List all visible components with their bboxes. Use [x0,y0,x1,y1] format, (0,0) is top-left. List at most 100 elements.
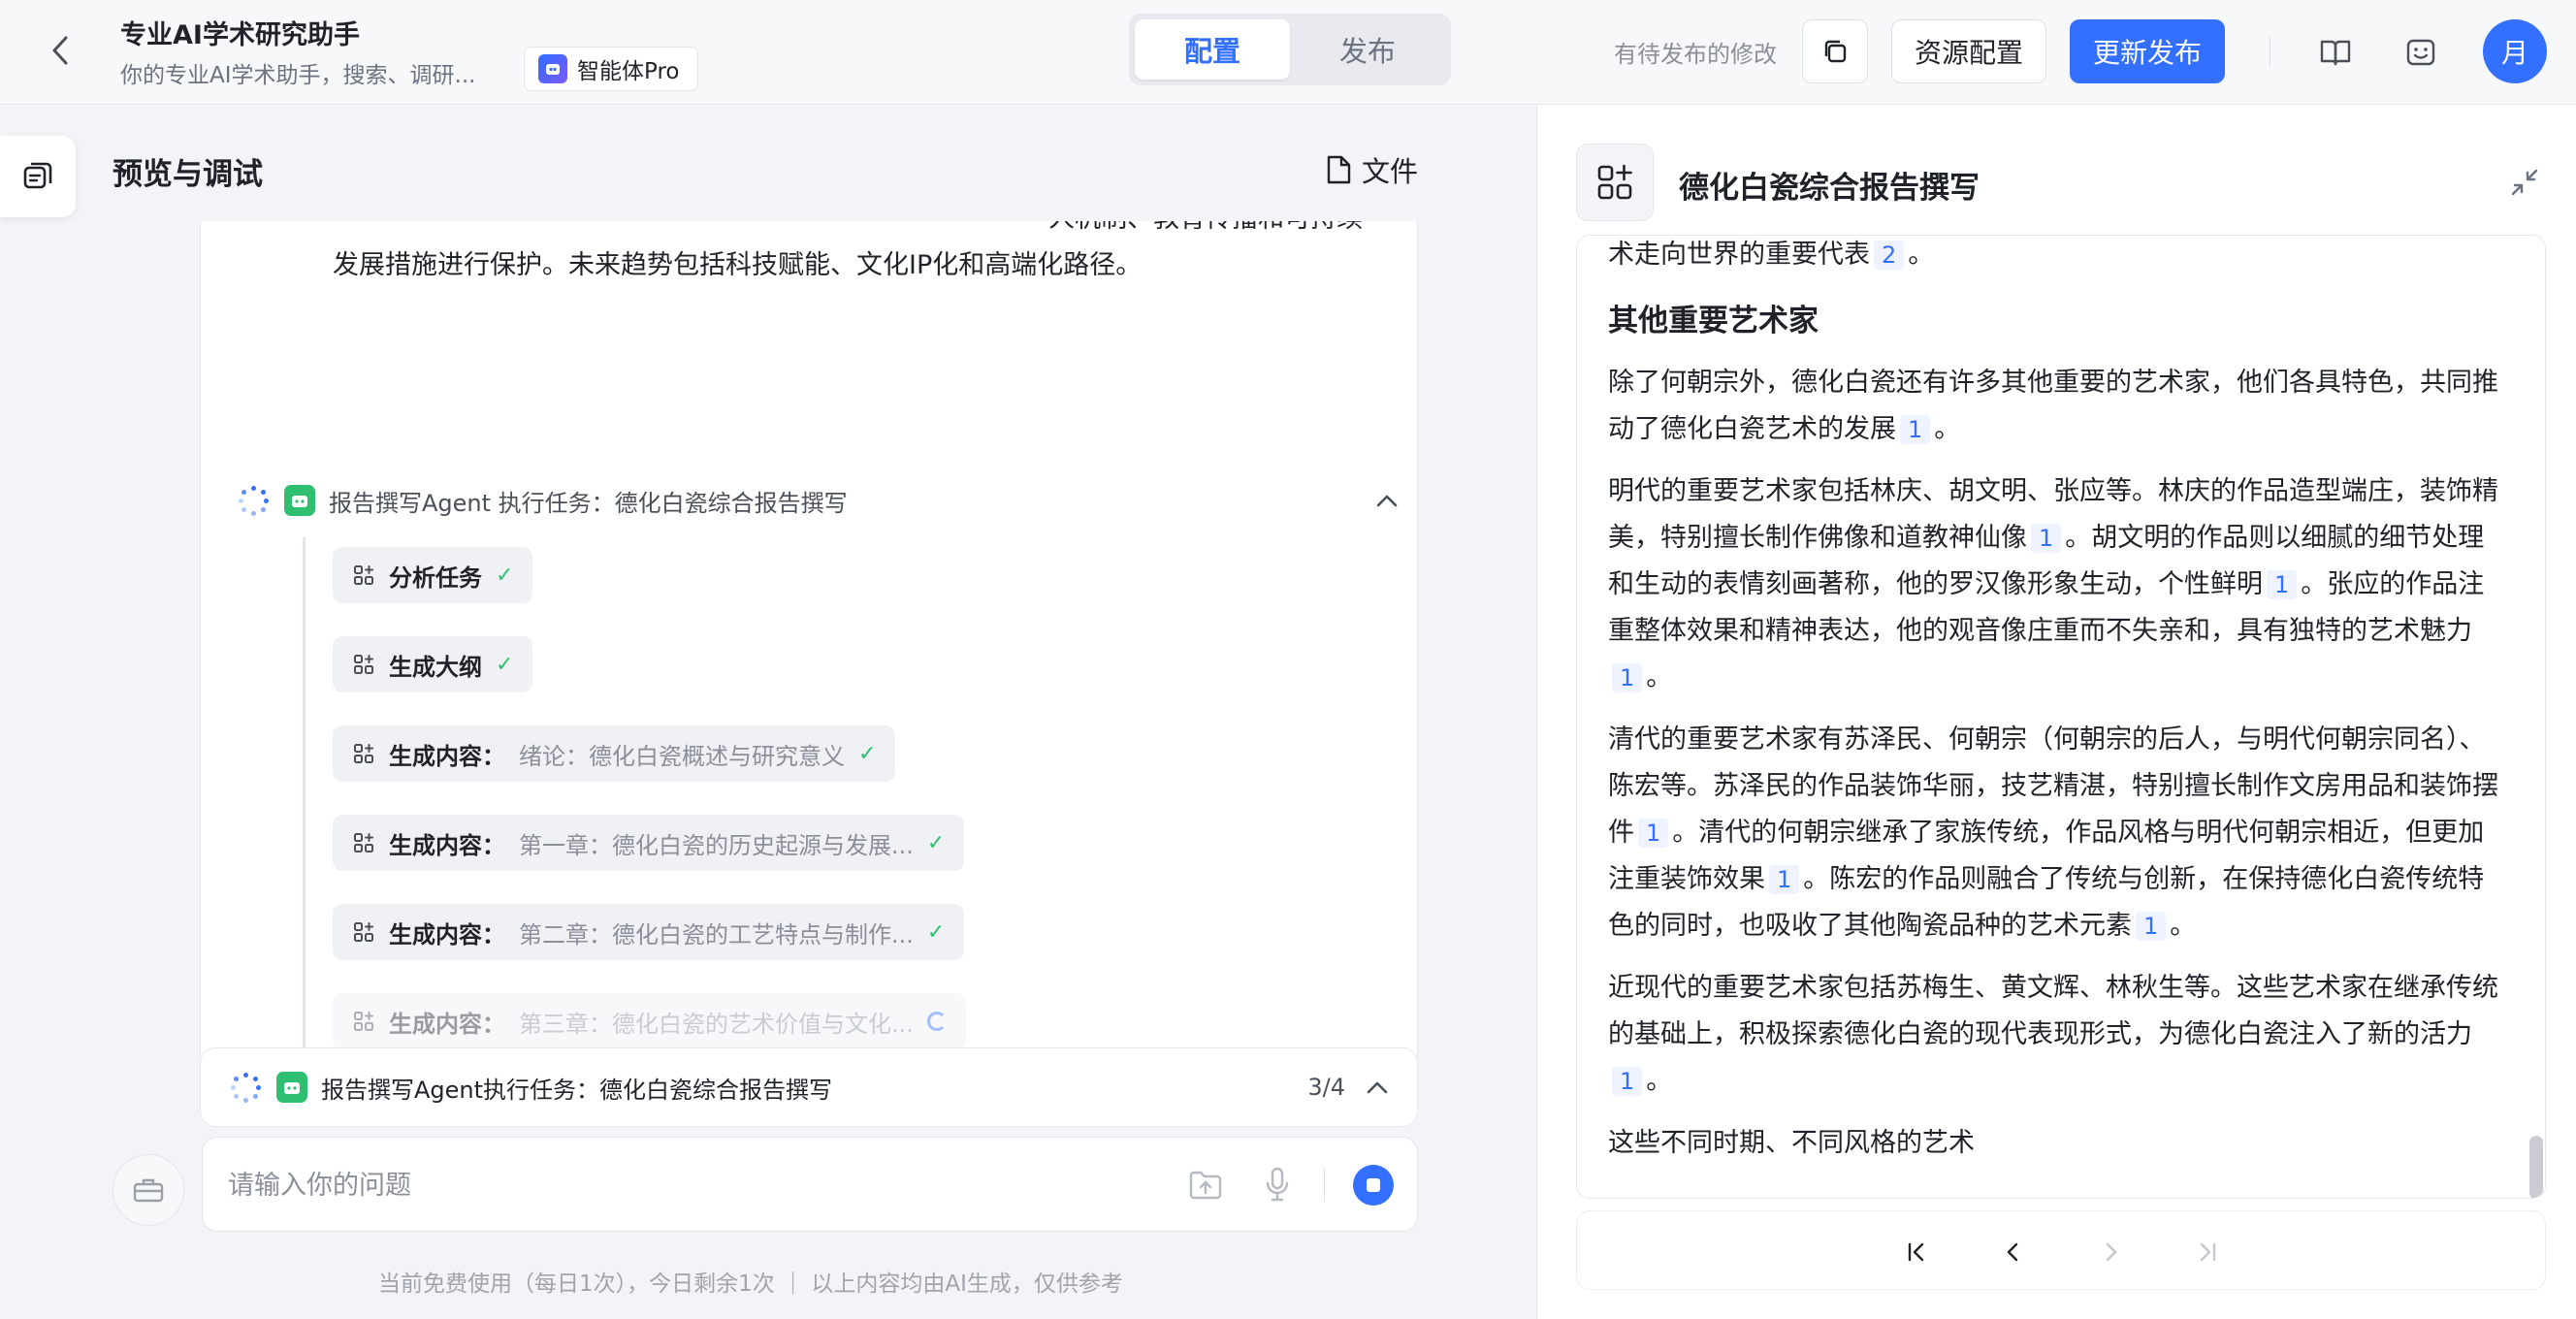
stop-generation-button[interactable] [1353,1165,1394,1206]
toolbox-icon [133,1178,164,1203]
back-arrow-icon[interactable] [43,33,78,68]
step-item: 生成内容： 第三章：德化白瓷的艺术价值与文化... [333,993,966,1049]
next-page-icon[interactable] [2091,1233,2130,1271]
top-bar: 专业AI学术研究助手 你的专业AI学术助手，搜索、调研... 智能体Pro 配置… [0,0,2576,105]
microphone-icon[interactable] [1260,1165,1295,1206]
update-publish-button[interactable]: 更新发布 [2070,19,2225,83]
collapse-icon[interactable] [2507,165,2542,200]
step-subtitle: 第二章：德化白瓷的工艺特点与制作... [519,920,914,949]
toolbox-button[interactable] [113,1154,184,1226]
file-button-label: 文件 [1362,155,1419,188]
lead-text: 术走向世界的重要代表 [1608,240,1870,270]
agent-task-title: 报告撰写Agent执行任务：德化白瓷综合报告撰写 [321,1076,833,1104]
chevron-up-icon[interactable] [1363,1073,1392,1102]
book-icon[interactable] [2314,31,2357,74]
document-content[interactable]: 术走向世界的重要代表 2。 其他重要艺术家 除了何朝宗外，德化白瓷还有许多其他重要… [1576,235,2546,1199]
upload-folder-icon[interactable] [1186,1167,1225,1204]
agent-pro-icon [538,54,567,83]
document-paragraph: 近现代的重要艺术家包括苏梅生、黄文辉、林秋生等。这些艺术家在继承传统的基础上，积… [1608,965,2510,1105]
step-label: 分析任务 [389,563,482,592]
file-icon [1327,155,1351,184]
task-title: 报告撰写Agent 执行任务：德化白瓷综合报告撰写 [329,489,848,517]
page-navigation [1576,1210,2546,1290]
citation-ref[interactable]: 1 [1900,415,1931,444]
tab-publish[interactable]: 发布 [1290,19,1445,80]
check-icon: ✓ [926,830,946,855]
task-progress: 3/4 [1307,1074,1345,1101]
agent-task-bar[interactable]: 报告撰写Agent执行任务：德化白瓷综合报告撰写 3/4 [200,1047,1418,1127]
citation-ref[interactable]: 1 [2267,570,2298,599]
agent-pro-badge[interactable]: 智能体Pro [524,47,698,91]
paragraph-text: 。 [2170,911,2197,941]
citation-ref[interactable]: 1 [1612,1067,1643,1096]
step-icon [354,1012,373,1031]
scrollbar-thumb[interactable] [2529,1136,2543,1198]
step-label: 生成大纲 [389,653,482,681]
resource-config-button[interactable]: 资源配置 [1891,19,2046,83]
step-icon [354,655,373,674]
step-subtitle: 第三章：德化白瓷的艺术价值与文化... [519,1010,914,1038]
usage-footer-note: 当前免费使用（每日1次），今日剩余1次 ｜ 以上内容均由AI生成，仅供参考 [378,1271,1123,1297]
file-button[interactable]: 文件 [1325,149,1418,190]
document-pane: 德化白瓷综合报告撰写 术走向世界的重要代表 2。 其他重要艺术家 除了何朝宗外，德… [1536,105,2576,1319]
step-label: 生成内容： [389,831,505,859]
step-icon [354,833,373,853]
check-icon: ✓ [496,652,514,677]
tab-config[interactable]: 配置 [1135,19,1290,80]
document-paragraph: 清代的重要艺术家有苏泽民、何朝宗（何朝宗的后人，与明代何朝宗同名）、陈宏等。苏泽… [1608,717,2510,949]
last-page-icon[interactable] [2188,1233,2227,1271]
timeline-line [303,537,306,1085]
app-title: 专业AI学术研究助手 [120,20,360,50]
check-icon: ✓ [496,563,514,588]
mode-switch: 配置 发布 [1129,14,1451,85]
chevron-up-icon[interactable] [1372,486,1401,515]
feedback-face-icon[interactable] [2399,31,2442,74]
paragraph-text: 除了何朝宗外，德化白瓷还有许多其他重要的艺术家，他们各具特色，共同推动了德化白瓷… [1608,368,2498,444]
side-panel-toggle[interactable] [0,136,76,217]
pending-changes-text: 有待发布的修改 [1614,41,1777,68]
copy-icon [1824,40,1847,63]
copy-button[interactable] [1802,19,1868,83]
citation-ref[interactable]: 1 [1769,865,1800,894]
document-paragraph: 除了何朝宗外，德化白瓷还有许多其他重要的艺术家，他们各具特色，共同推动了德化白瓷… [1608,360,2510,453]
check-icon: ✓ [858,741,877,766]
step-item: 生成大纲 ✓ [333,636,533,692]
document-text: 术走向世界的重要代表 2。 其他重要艺术家 除了何朝宗外，德化白瓷还有许多其他重要… [1608,236,2510,1182]
step-icon [354,565,373,585]
step-item: 生成内容： 绪论：德化白瓷概述与研究意义 ✓ [333,725,896,782]
citation-ref[interactable]: 1 [2031,524,2062,553]
document-app-icon [1576,144,1654,221]
document-paragraph: 明代的重要艺术家包括林庆、胡文明、张应等。林庆的作品造型端庄，装饰精美，特别擅长… [1608,468,2510,701]
first-page-icon[interactable] [1897,1233,1936,1271]
step-label: 生成内容： [389,742,505,770]
loading-spinner-icon [926,1012,947,1031]
preview-title: 预览与调试 [113,157,263,192]
agent-icon [276,1072,307,1103]
step-icon [354,744,373,763]
previous-page-icon[interactable] [1994,1233,2033,1271]
step-item: 分析任务 ✓ [333,547,533,603]
step-label: 生成内容： [389,920,505,949]
agent-icon [284,485,315,516]
chat-message-card: ········································… [200,221,1418,1086]
step-icon [354,922,373,942]
preview-pane: 预览与调试 文件 ·······························… [0,105,1536,1319]
citation-ref[interactable]: 1 [2136,912,2167,941]
stop-icon [1367,1178,1380,1192]
citation-ref[interactable]: 2 [1874,241,1905,270]
agent-pro-label: 智能体Pro [577,59,680,84]
paragraph-text: 这些不同时期、不同风格的艺术 [1608,1128,1975,1158]
loading-dots-icon [238,485,269,516]
step-subtitle: 第一章：德化白瓷的历史起源与发展... [519,831,914,859]
paragraph-text: 。 [1934,414,1961,444]
citation-ref[interactable]: 1 [1612,663,1643,692]
paragraph-text: 近现代的重要艺术家包括苏梅生、黄文辉、林秋生等。这些艺术家在继承传统的基础上，积… [1608,973,2498,1049]
app-subtitle: 你的专业AI学术助手，搜索、调研... [120,63,476,88]
summary-text: ········································… [333,221,1363,280]
citation-ref[interactable]: 1 [1638,819,1669,848]
user-avatar[interactable]: 月 [2483,19,2547,83]
paragraph-list: 除了何朝宗外，德化白瓷还有许多其他重要的艺术家，他们各具特色，共同推动了德化白瓷… [1608,360,2510,1167]
question-input[interactable] [228,1165,1101,1206]
check-icon: ✓ [926,919,946,945]
chat-input-box [202,1137,1418,1232]
